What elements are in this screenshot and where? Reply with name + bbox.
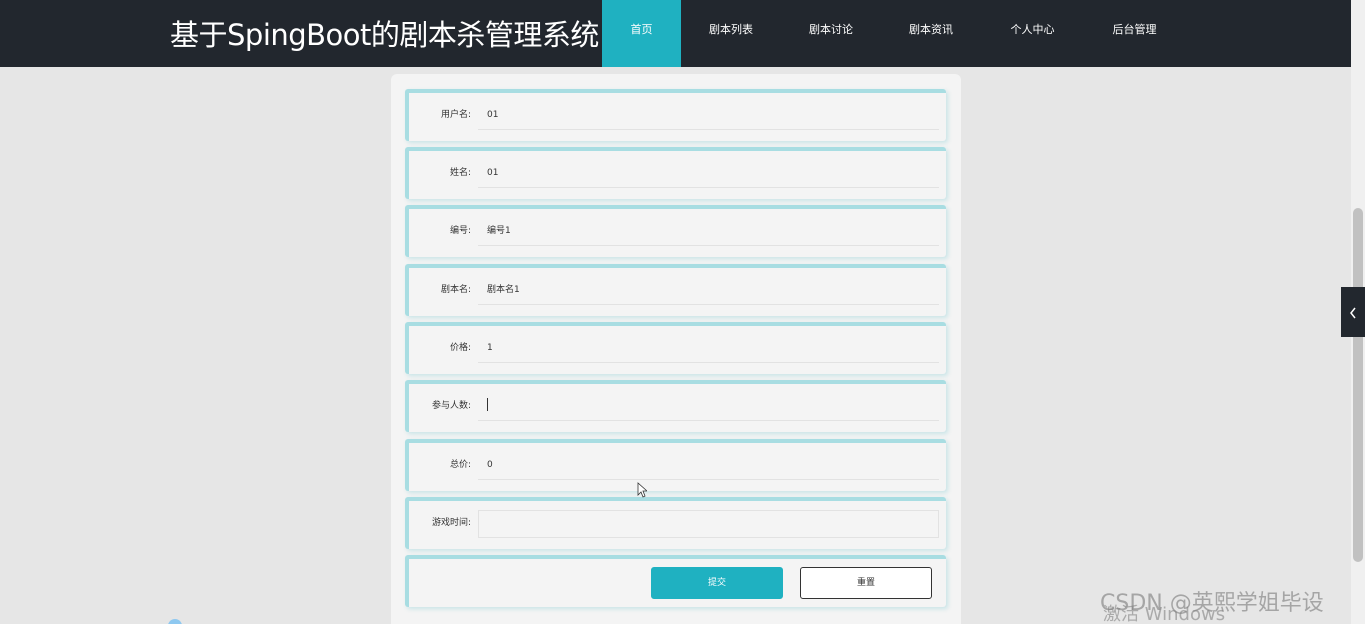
nav-item-home[interactable]: 首页 bbox=[602, 0, 681, 67]
nav-item-script-news[interactable]: 剧本资讯 bbox=[881, 0, 981, 67]
chevron-left-icon bbox=[1350, 307, 1356, 318]
floating-indicator bbox=[168, 619, 182, 624]
price-field[interactable]: 1 bbox=[478, 333, 939, 363]
form-row-username: 用户名: 01 bbox=[405, 89, 946, 141]
form-row-total-price: 总价: 0 bbox=[405, 439, 946, 491]
form-row-script-name: 剧本名: 剧本名1 bbox=[405, 264, 946, 316]
submit-button[interactable]: 提交 bbox=[651, 567, 783, 599]
nav-item-admin[interactable]: 后台管理 bbox=[1084, 0, 1185, 67]
name-field[interactable]: 01 bbox=[478, 158, 939, 188]
name-label: 姓名: bbox=[449, 168, 471, 178]
site-title: 基于SpingBoot的剧本杀管理系统 bbox=[170, 18, 599, 52]
username-label: 用户名: bbox=[440, 110, 471, 120]
top-header: 基于SpingBoot的剧本杀管理系统 首页 剧本列表 剧本讨论 剧本资讯 个人… bbox=[0, 0, 1365, 67]
side-panel-toggle[interactable] bbox=[1341, 287, 1365, 337]
participants-label: 参与人数: bbox=[431, 401, 471, 411]
script-name-label: 剧本名: bbox=[440, 285, 471, 295]
game-time-label: 游戏时间: bbox=[431, 518, 471, 528]
username-field[interactable]: 01 bbox=[478, 100, 939, 130]
game-time-field[interactable] bbox=[478, 510, 939, 538]
script-name-field[interactable]: 剧本名1 bbox=[478, 275, 939, 305]
price-label: 价格: bbox=[449, 343, 471, 353]
form-row-price: 价格: 1 bbox=[405, 322, 946, 374]
total-price-field[interactable]: 0 bbox=[478, 450, 939, 480]
reset-button[interactable]: 重置 bbox=[800, 567, 932, 599]
csdn-watermark: CSDN @英熙学姐毕设 bbox=[1100, 591, 1324, 616]
main-nav: 首页 剧本列表 剧本讨论 剧本资讯 个人中心 后台管理 bbox=[602, 0, 1185, 67]
form-row-game-time: 游戏时间: bbox=[405, 497, 946, 549]
mouse-pointer-icon bbox=[637, 482, 647, 498]
form-row-participants: 参与人数: bbox=[405, 380, 946, 432]
nav-item-script-discussion[interactable]: 剧本讨论 bbox=[781, 0, 881, 67]
scrollbar-thumb[interactable] bbox=[1353, 208, 1363, 562]
form-row-name: 姓名: 01 bbox=[405, 147, 946, 199]
nav-item-script-list[interactable]: 剧本列表 bbox=[681, 0, 781, 67]
form-row-code: 编号: 编号1 bbox=[405, 205, 946, 257]
code-label: 编号: bbox=[449, 226, 471, 236]
form-row-actions: 提交 重置 bbox=[405, 555, 946, 607]
booking-form-panel: 用户名: 01 姓名: 01 编号: 编号1 剧本名: 剧本名1 价格: 1 参… bbox=[391, 74, 961, 624]
total-price-label: 总价: bbox=[449, 460, 471, 470]
text-cursor bbox=[487, 398, 488, 411]
nav-item-personal-center[interactable]: 个人中心 bbox=[981, 0, 1084, 67]
code-field[interactable]: 编号1 bbox=[478, 216, 939, 246]
participants-field[interactable] bbox=[478, 391, 939, 421]
